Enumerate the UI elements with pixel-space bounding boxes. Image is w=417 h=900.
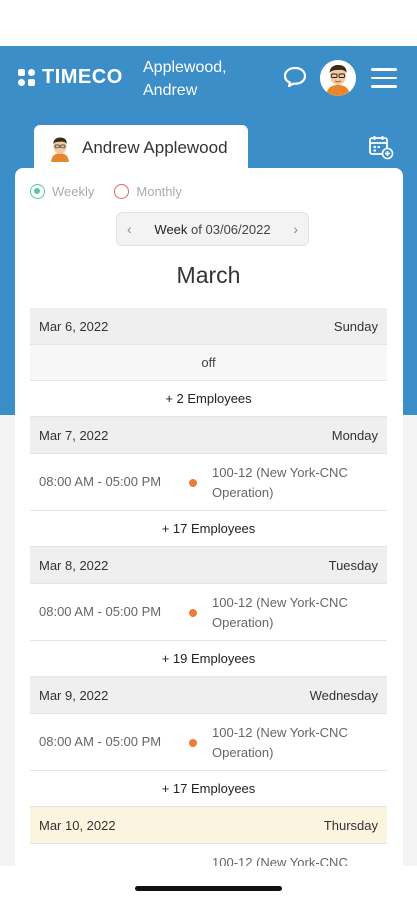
day-date: Mar 7, 2022 <box>39 427 109 443</box>
month-title: March <box>176 262 241 288</box>
chevron-right-icon[interactable]: › <box>293 221 298 237</box>
monthly-label[interactable]: Monthly <box>136 184 182 199</box>
day-date: Mar 10, 2022 <box>39 817 116 833</box>
shift-row[interactable]: 08:00 AM - 05:00 PM 100-12 (New York-CNC… <box>30 584 387 641</box>
user-name-line1: Applewood, <box>143 59 227 76</box>
location-line2: Operation) <box>212 485 274 500</box>
status-bar <box>0 0 417 46</box>
day-date: Mar 9, 2022 <box>39 687 109 703</box>
monthly-radio[interactable] <box>114 184 130 199</box>
shift-location: 100-12 (New York-CNC Operation) <box>212 463 372 503</box>
location-line1: 100-12 (New York-CNC <box>212 465 348 480</box>
header-user-name: Applewood, Andrew <box>143 56 253 102</box>
day-header: Mar 8, 2022 Tuesday <box>30 547 387 584</box>
day-header: Mar 6, 2022 Sunday <box>30 308 387 345</box>
shift-row[interactable]: 08:00 AM - 05:00 PM 100-12 (New York-CNC… <box>30 714 387 771</box>
view-toggle: Weekly Monthly <box>30 184 182 199</box>
day-list: Mar 6, 2022 Sunday off + 2 Employees Mar… <box>30 308 387 900</box>
avatar[interactable] <box>320 60 356 96</box>
week-selector: ‹ Week of 03/06/2022 › <box>116 212 309 246</box>
home-indicator[interactable] <box>135 886 282 891</box>
day-weekday: Thursday <box>323 817 378 833</box>
employees-link[interactable]: + 17 Employees <box>30 511 387 547</box>
day-date: Mar 6, 2022 <box>39 318 109 334</box>
user-name-line2: Andrew <box>143 82 198 99</box>
menu-icon[interactable] <box>371 68 397 88</box>
weekly-label[interactable]: Weekly <box>52 184 94 199</box>
app-logo[interactable]: TIMECO <box>18 66 123 89</box>
day-weekday: Tuesday <box>328 557 378 573</box>
shift-location: 100-12 (New York-CNC Operation) <box>212 593 372 633</box>
day-header-today: Mar 10, 2022 Thursday <box>30 807 387 844</box>
employee-tab[interactable]: Andrew Applewood <box>34 125 248 170</box>
weekly-radio[interactable] <box>30 184 45 199</box>
bottom-safe-area <box>0 866 417 900</box>
shift-time: 08:00 AM - 05:00 PM <box>39 604 162 619</box>
shift-time: 08:00 AM - 05:00 PM <box>39 474 162 489</box>
employees-link[interactable]: + 2 Employees <box>30 381 387 417</box>
logo-icon <box>18 68 36 87</box>
calendar-add-icon[interactable] <box>368 134 394 160</box>
employees-link[interactable]: + 19 Employees <box>30 641 387 677</box>
app-header: TIMECO Applewood, Andrew <box>0 46 417 110</box>
status-dot <box>189 609 197 617</box>
chat-icon[interactable] <box>283 66 307 88</box>
location-line1: 100-12 (New York-CNC <box>212 725 348 740</box>
status-dot <box>189 739 197 747</box>
day-date: Mar 8, 2022 <box>39 557 109 573</box>
location-line2: Operation) <box>212 745 274 760</box>
week-date: of 03/06/2022 <box>191 221 271 237</box>
week-prefix: Week <box>154 221 188 237</box>
shift-time: 08:00 AM - 05:00 PM <box>39 734 162 749</box>
app-name: TIMECO <box>42 66 123 88</box>
status-dot <box>189 479 197 487</box>
day-weekday: Sunday <box>333 318 378 334</box>
chevron-left-icon[interactable]: ‹ <box>127 221 132 237</box>
shift-location: 100-12 (New York-CNC Operation) <box>212 723 372 763</box>
avatar <box>51 137 69 162</box>
off-status: off <box>30 345 387 381</box>
location-line2: Operation) <box>212 615 274 630</box>
day-weekday: Monday <box>331 427 378 443</box>
employees-link[interactable]: + 17 Employees <box>30 771 387 807</box>
week-label: Week of 03/06/2022 <box>154 222 270 237</box>
day-header: Mar 7, 2022 Monday <box>30 417 387 454</box>
employee-name: Andrew Applewood <box>82 137 228 157</box>
day-header: Mar 9, 2022 Wednesday <box>30 677 387 714</box>
shift-row[interactable]: 08:00 AM - 05:00 PM 100-12 (New York-CNC… <box>30 454 387 511</box>
day-weekday: Wednesday <box>309 687 378 703</box>
location-line1: 100-12 (New York-CNC <box>212 595 348 610</box>
